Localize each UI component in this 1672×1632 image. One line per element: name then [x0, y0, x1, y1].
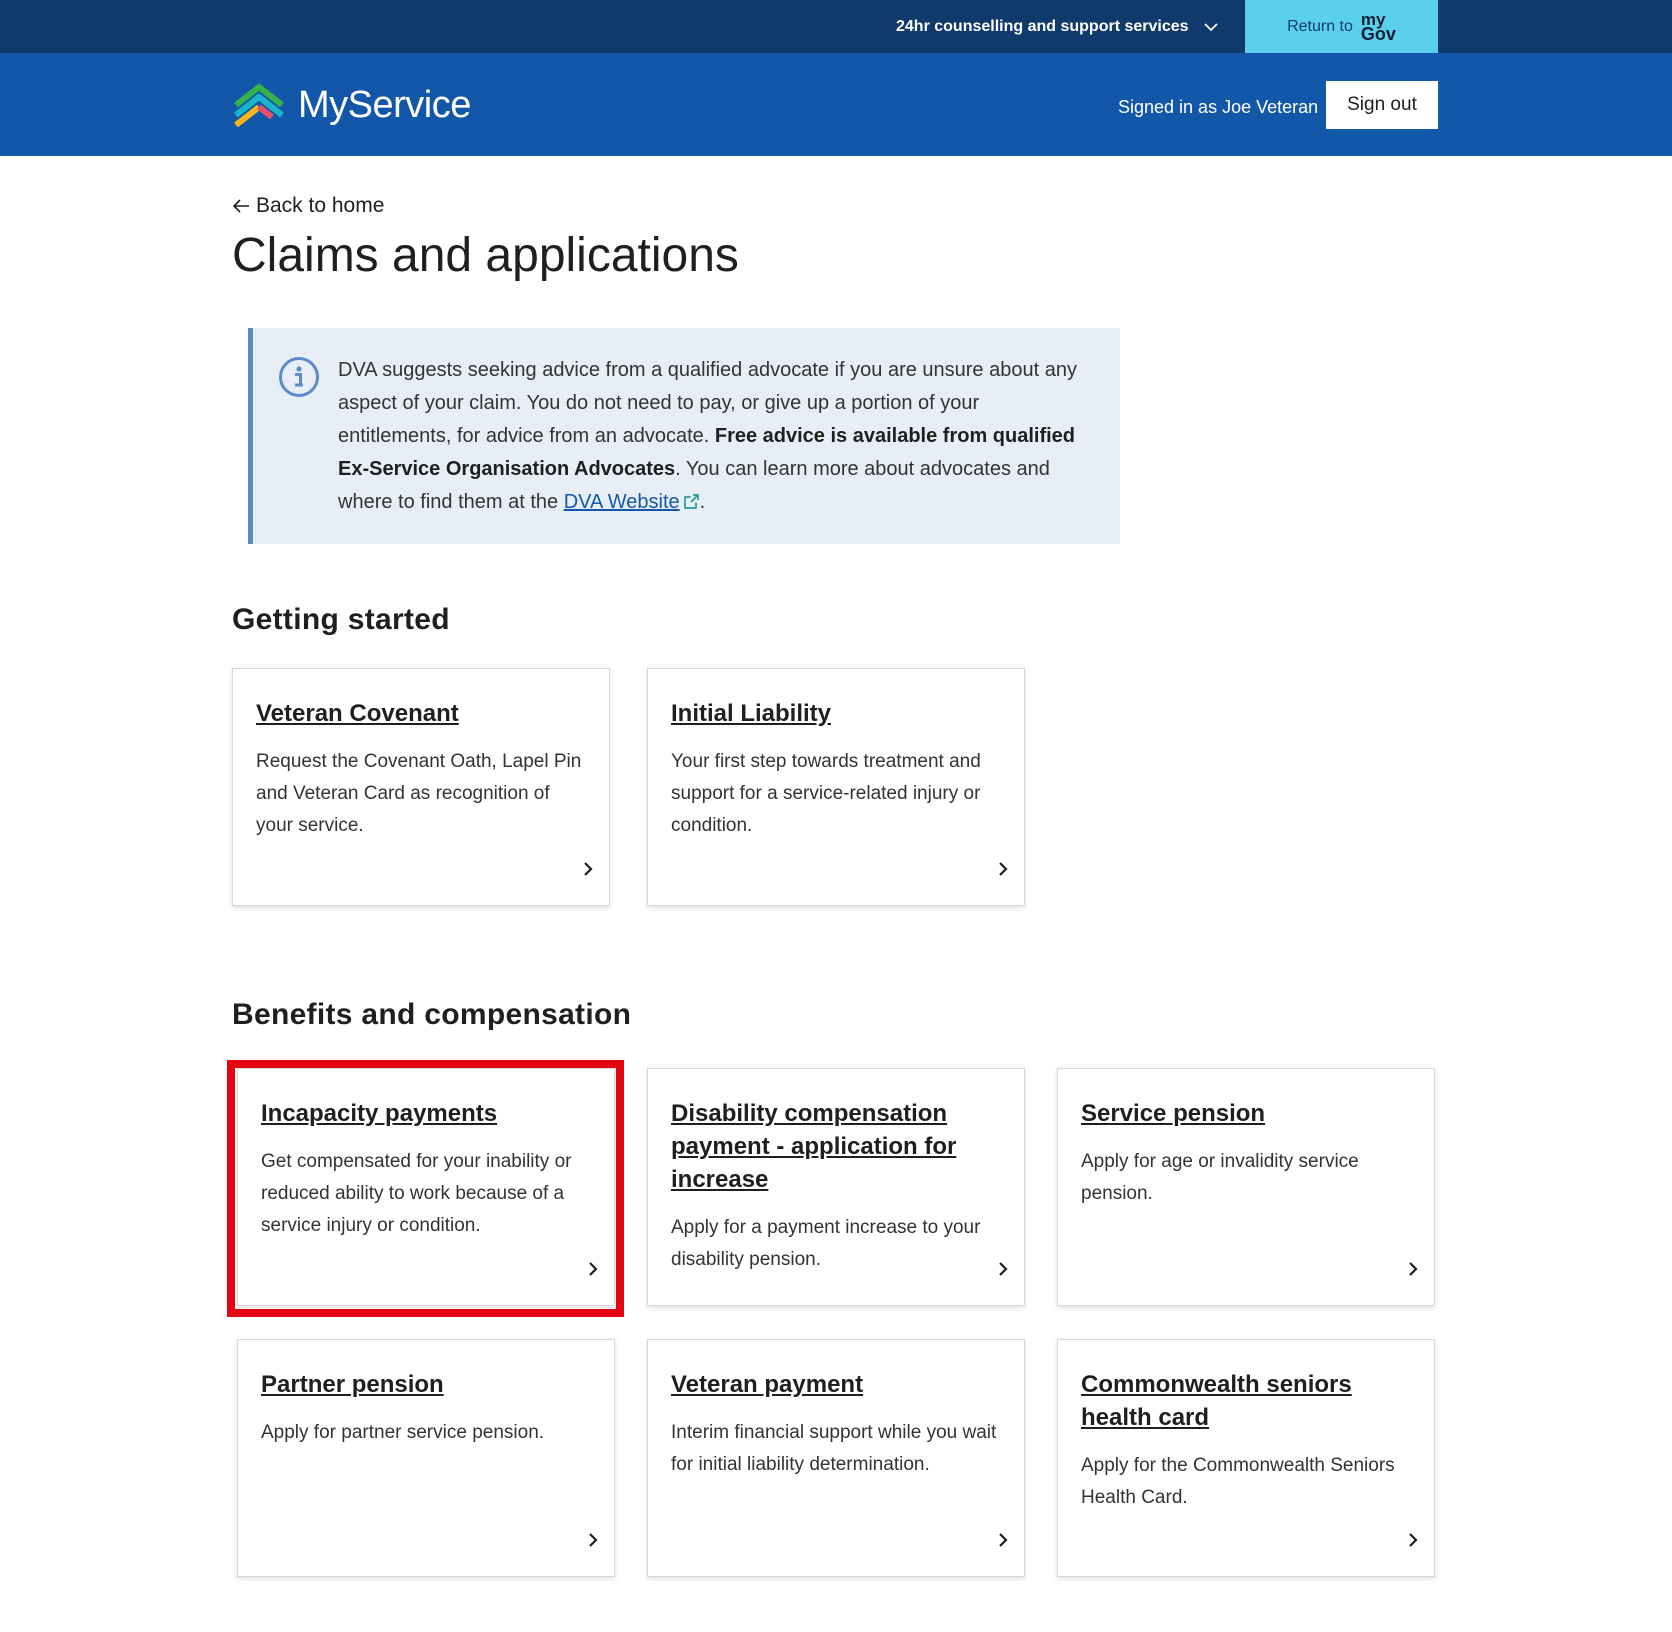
utility-bar: 24hr counselling and support services Re… [0, 0, 1672, 53]
service-pension-card[interactable]: Service pension Apply for age or invalid… [1057, 1068, 1435, 1306]
incapacity-payments-card[interactable]: Incapacity payments Get compensated for … [237, 1068, 615, 1306]
card-title: Incapacity payments [261, 1100, 498, 1127]
signed-in-text: Signed in as Joe Veteran [1118, 97, 1319, 117]
return-to-label: Return to [1287, 17, 1353, 35]
external-link-icon [683, 494, 699, 509]
disability-compensation-increase-card[interactable]: Disability compensation payment - applic… [647, 1068, 1025, 1306]
card-description: Interim financial support while you wait… [671, 1422, 997, 1475]
back-to-home-label: Back to home [256, 194, 385, 217]
brand-logo-link[interactable]: MyService [232, 83, 471, 127]
benefits-heading: Benefits and compensation [232, 998, 632, 1031]
card-description: Get compensated for your inability or re… [261, 1151, 572, 1236]
card-description: Your first step towards treatment and su… [671, 751, 981, 836]
mygov-logo: my Gov [1360, 9, 1396, 44]
arrow-left-icon [232, 199, 249, 213]
chevron-right-icon [589, 1533, 598, 1547]
support-services-label: 24hr counselling and support services [896, 17, 1189, 35]
page-title: Claims and applications [232, 229, 739, 282]
veteran-covenant-card[interactable]: Veteran Covenant Request the Covenant Oa… [232, 668, 610, 906]
chevron-right-icon [584, 862, 593, 876]
return-to-mygov-button[interactable]: Return to my Gov [1245, 0, 1438, 53]
back-to-home-link[interactable]: Back to home [232, 194, 384, 218]
initial-liability-card[interactable]: Initial Liability Your first step toward… [647, 668, 1025, 906]
info-icon [279, 357, 319, 397]
getting-started-heading: Getting started [232, 603, 450, 636]
chevron-right-icon [999, 1533, 1008, 1547]
card-title: Commonwealth seniors health card [1081, 1371, 1352, 1431]
chevron-right-icon [589, 1262, 598, 1276]
card-title: Veteran Covenant [256, 700, 459, 727]
support-services-dropdown[interactable]: 24hr counselling and support services [896, 0, 1219, 53]
card-title: Service pension [1081, 1100, 1266, 1127]
card-title: Veteran payment [671, 1371, 864, 1398]
chevron-down-icon [1203, 22, 1218, 31]
commonwealth-seniors-health-card-card[interactable]: Commonwealth seniors health card Apply f… [1057, 1339, 1435, 1577]
myservice-logo-icon [234, 84, 284, 127]
site-header: MyService Signed in as Joe Veteran Sign … [0, 53, 1672, 156]
card-title: Initial Liability [671, 700, 832, 727]
chevron-right-icon [1409, 1262, 1418, 1276]
chevron-right-icon [999, 862, 1008, 876]
card-title: Partner pension [261, 1371, 444, 1398]
sign-out-button[interactable]: Sign out [1326, 81, 1438, 129]
veteran-payment-card[interactable]: Veteran payment Interim financial suppor… [647, 1339, 1025, 1577]
chevron-right-icon [1409, 1533, 1418, 1547]
info-text: DVA suggests seeking advice from a quali… [338, 359, 1077, 513]
chevron-right-icon [999, 1262, 1008, 1276]
brand-name: MyService [298, 83, 471, 126]
dva-website-link[interactable]: DVA Website [564, 491, 700, 513]
partner-pension-card[interactable]: Partner pension Apply for partner servic… [237, 1339, 615, 1577]
card-description: Apply for a payment increase to your dis… [671, 1217, 981, 1270]
advocate-info-callout: DVA suggests seeking advice from a quali… [248, 328, 1120, 544]
card-description: Request the Covenant Oath, Lapel Pin and… [256, 751, 582, 836]
card-description: Apply for the Commonwealth Seniors Healt… [1081, 1455, 1395, 1508]
card-title: Disability compensation payment - applic… [671, 1100, 957, 1193]
card-description: Apply for age or invalidity service pens… [1081, 1151, 1359, 1204]
card-description: Apply for partner service pension. [261, 1422, 545, 1443]
